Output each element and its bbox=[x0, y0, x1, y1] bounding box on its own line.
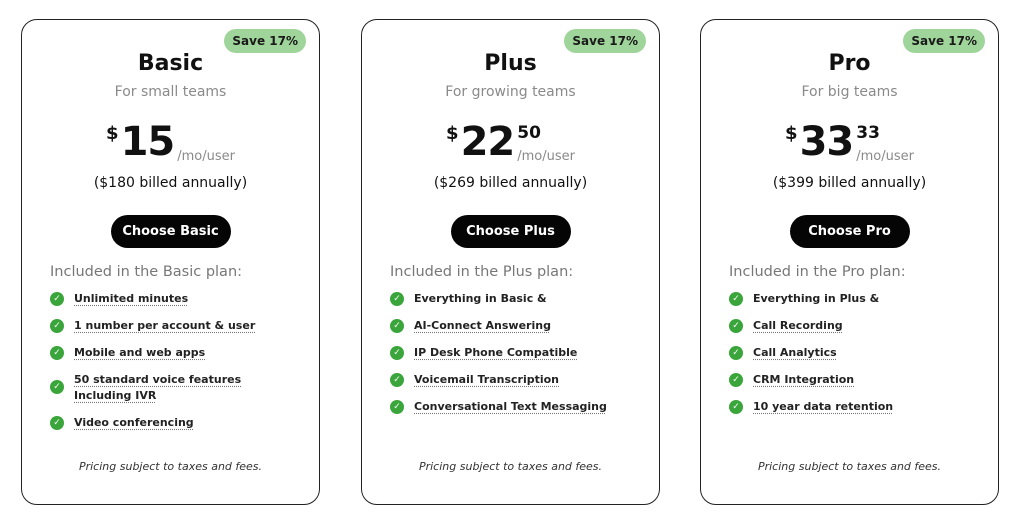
feature-item: ✓ Conversational Text Messaging bbox=[390, 399, 630, 415]
feature-item: ✓ Unlimited minutes bbox=[50, 291, 290, 307]
check-circle-icon: ✓ bbox=[50, 346, 64, 360]
save-badge: Save 17% bbox=[903, 29, 985, 53]
feature-label[interactable]: 10 year data retention bbox=[753, 399, 893, 415]
feature-label[interactable]: 50 standard voice features Including IVR bbox=[74, 372, 290, 404]
pricing-footnote: Pricing subject to taxes and fees. bbox=[78, 460, 263, 473]
plan-card-basic: Save 17% Basic For small teams $ 15 /mo/… bbox=[21, 19, 320, 505]
price-currency: $ bbox=[785, 123, 798, 144]
feature-list: ✓ Everything in Plus & ✓ Call Recording ✓ C… bbox=[729, 291, 969, 426]
feature-label[interactable]: Call Analytics bbox=[753, 345, 837, 361]
plan-card-plus: Save 17% Plus For growing teams $ 22 50 … bbox=[361, 19, 660, 505]
feature-label[interactable]: 1 number per account & user bbox=[74, 318, 255, 334]
price: $ 22 50 /mo/user bbox=[362, 120, 659, 164]
feature-label[interactable]: CRM Integration bbox=[753, 372, 854, 388]
feature-item: ✓ IP Desk Phone Compatible bbox=[390, 345, 630, 361]
feature-list: ✓ Unlimited minutes ✓ 1 number per account… bbox=[50, 291, 290, 442]
plan-subtitle: For small teams bbox=[114, 84, 227, 100]
feature-item: ✓ 50 standard voice features Including IV… bbox=[50, 372, 290, 404]
feature-item: ✓ CRM Integration bbox=[729, 372, 969, 388]
billed-annually: ($180 billed annually) bbox=[93, 175, 248, 191]
price-currency: $ bbox=[106, 123, 119, 144]
feature-label[interactable]: Video conferencing bbox=[74, 415, 194, 431]
check-circle-icon: ✓ bbox=[50, 380, 64, 394]
feature-label[interactable]: AI-Connect Answering bbox=[414, 318, 551, 334]
billed-annually: ($269 billed annually) bbox=[433, 175, 588, 191]
feature-item: ✓ Call Recording bbox=[729, 318, 969, 334]
check-circle-icon: ✓ bbox=[390, 346, 404, 360]
feature-item: ✓ 1 number per account & user bbox=[50, 318, 290, 334]
save-badge: Save 17% bbox=[564, 29, 646, 53]
price-amount: 22 bbox=[460, 119, 516, 165]
check-circle-icon: ✓ bbox=[50, 416, 64, 430]
plan-name: Pro bbox=[828, 51, 871, 76]
choose-plus-button[interactable]: Choose Plus bbox=[450, 215, 571, 248]
check-circle-icon: ✓ bbox=[390, 319, 404, 333]
plan-subtitle: For big teams bbox=[801, 84, 898, 100]
included-title: Included in the Pro plan: bbox=[729, 264, 906, 280]
feature-item: ✓ Mobile and web apps bbox=[50, 345, 290, 361]
feature-item: ✓ Everything in Basic & bbox=[390, 291, 630, 307]
feature-label: Everything in Basic & bbox=[414, 292, 547, 305]
feature-item: ✓ Video conferencing bbox=[50, 415, 290, 431]
feature-item: ✓ Voicemail Transcription bbox=[390, 372, 630, 388]
price: $ 33 33 /mo/user bbox=[701, 120, 998, 164]
pricing-footnote: Pricing subject to taxes and fees. bbox=[757, 460, 942, 473]
check-circle-icon: ✓ bbox=[390, 400, 404, 414]
check-circle-icon: ✓ bbox=[50, 319, 64, 333]
plan-subtitle: For growing teams bbox=[445, 84, 576, 100]
check-circle-icon: ✓ bbox=[729, 346, 743, 360]
choose-basic-button[interactable]: Choose Basic bbox=[110, 215, 231, 248]
feature-label[interactable]: Conversational Text Messaging bbox=[414, 399, 607, 415]
feature-label[interactable]: Call Recording bbox=[753, 318, 843, 334]
plan-name: Plus bbox=[484, 51, 537, 76]
check-circle-icon: ✓ bbox=[50, 292, 64, 306]
choose-pro-button[interactable]: Choose Pro bbox=[789, 215, 910, 248]
feature-item: ✓ 10 year data retention bbox=[729, 399, 969, 415]
feature-label[interactable]: Unlimited minutes bbox=[74, 291, 188, 307]
included-title: Included in the Plus plan: bbox=[390, 264, 574, 280]
price-period: /mo/user bbox=[177, 149, 235, 164]
price-currency: $ bbox=[446, 123, 459, 144]
price-period: /mo/user bbox=[517, 149, 575, 164]
feature-item: ✓ AI-Connect Answering bbox=[390, 318, 630, 334]
check-circle-icon: ✓ bbox=[390, 292, 404, 306]
billed-annually: ($399 billed annually) bbox=[772, 175, 927, 191]
feature-item: ✓ Everything in Plus & bbox=[729, 291, 969, 307]
feature-label[interactable]: IP Desk Phone Compatible bbox=[414, 345, 577, 361]
feature-label: Everything in Plus & bbox=[753, 292, 880, 305]
feature-item: ✓ Call Analytics bbox=[729, 345, 969, 361]
plan-card-pro: Save 17% Pro For big teams $ 33 33 /mo/u… bbox=[700, 19, 999, 505]
price-period: /mo/user bbox=[856, 149, 914, 164]
price-amount: 33 bbox=[799, 119, 855, 165]
feature-label[interactable]: Voicemail Transcription bbox=[414, 372, 559, 388]
price-amount: 15 bbox=[120, 119, 176, 165]
price-cents: 33 bbox=[856, 123, 880, 143]
included-title: Included in the Basic plan: bbox=[50, 264, 243, 280]
pricing-footnote: Pricing subject to taxes and fees. bbox=[418, 460, 603, 473]
check-circle-icon: ✓ bbox=[729, 400, 743, 414]
plan-name: Basic bbox=[137, 51, 204, 76]
check-circle-icon: ✓ bbox=[729, 373, 743, 387]
price-cents: 50 bbox=[517, 123, 541, 143]
feature-label[interactable]: Mobile and web apps bbox=[74, 345, 205, 361]
check-circle-icon: ✓ bbox=[729, 319, 743, 333]
price: $ 15 /mo/user bbox=[22, 120, 319, 164]
feature-list: ✓ Everything in Basic & ✓ AI-Connect Answe… bbox=[390, 291, 630, 426]
check-circle-icon: ✓ bbox=[390, 373, 404, 387]
save-badge: Save 17% bbox=[224, 29, 306, 53]
check-circle-icon: ✓ bbox=[729, 292, 743, 306]
